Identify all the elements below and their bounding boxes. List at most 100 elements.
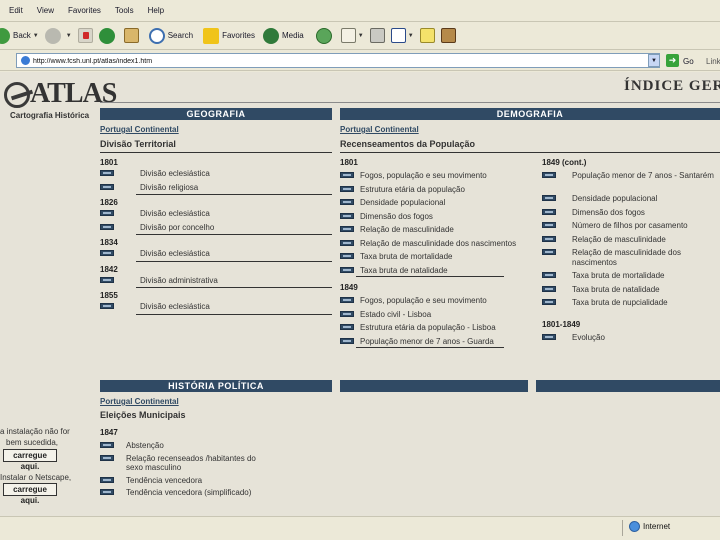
menu-help[interactable]: Help: [148, 6, 164, 15]
map-link[interactable]: Divisão administrativa: [140, 276, 328, 286]
search-button[interactable]: Search: [148, 27, 193, 44]
map-link[interactable]: Relação de masculinidade dos nascimentos: [360, 239, 528, 249]
back-dropdown-icon[interactable]: ▼: [33, 33, 39, 39]
map-link[interactable]: Taxa bruta de natalidade: [572, 285, 718, 295]
ver-icon[interactable]: [340, 266, 354, 273]
map-link[interactable]: Fogos, população e seu movimento: [360, 171, 528, 181]
ver-icon[interactable]: [340, 199, 354, 205]
ver-icon[interactable]: [100, 442, 114, 448]
media-button[interactable]: Media: [262, 27, 304, 44]
map-link[interactable]: Divisão eclesiástica: [140, 302, 328, 312]
historia-region-link[interactable]: Portugal Continental: [100, 397, 179, 406]
ver-icon[interactable]: [542, 172, 556, 178]
ver-icon[interactable]: [340, 172, 354, 178]
ver-icon[interactable]: [340, 185, 354, 192]
ver-icon[interactable]: [340, 310, 354, 317]
ver-icon[interactable]: [542, 272, 556, 278]
ver-icon[interactable]: [100, 476, 114, 483]
menu-tools[interactable]: Tools: [115, 6, 134, 15]
go-button[interactable]: Go: [683, 57, 694, 66]
discuss-button[interactable]: [419, 28, 435, 43]
forward-button[interactable]: ▼: [44, 27, 72, 44]
map-link[interactable]: Taxa bruta de mortalidade: [360, 252, 528, 262]
map-link[interactable]: Abstenção: [126, 441, 258, 451]
ver-icon[interactable]: [340, 253, 354, 259]
address-dropdown-icon[interactable]: ▼: [648, 54, 660, 67]
map-link[interactable]: Densidade populacional: [572, 194, 718, 204]
map-link[interactable]: Estrutura etária da população - Lisboa: [360, 323, 528, 333]
map-link[interactable]: Densidade populacional: [360, 198, 528, 208]
ver-icon[interactable]: [100, 250, 114, 256]
links-button[interactable]: Links: [706, 57, 720, 66]
map-link[interactable]: Divisão eclesiástica: [140, 169, 328, 179]
back-button[interactable]: Back ▼: [0, 27, 39, 44]
ver-icon[interactable]: [340, 297, 354, 303]
map-link[interactable]: Divisão por concelho: [140, 223, 328, 233]
ver-icon[interactable]: [542, 235, 556, 242]
ver-icon[interactable]: [542, 285, 556, 292]
map-link[interactable]: Número de filhos por casamento: [572, 221, 718, 231]
forward-dropdown-icon[interactable]: ▼: [66, 33, 72, 39]
map-link[interactable]: Relação de masculinidade: [572, 235, 718, 245]
map-link[interactable]: Taxa bruta de nupcialidade: [572, 298, 718, 308]
mail-dropdown-icon[interactable]: ▼: [358, 33, 364, 39]
edit-button[interactable]: ▼: [390, 28, 414, 43]
mail-button[interactable]: ▼: [340, 28, 364, 43]
map-link[interactable]: População menor de 7 anos - Santarém: [572, 171, 718, 181]
edit-dropdown-icon[interactable]: ▼: [408, 33, 414, 39]
map-link[interactable]: Estado civil - Lisboa: [360, 310, 528, 320]
ver-icon[interactable]: [100, 276, 114, 283]
map-link[interactable]: Relação recenseados /habitantes do sexo …: [126, 454, 258, 473]
map-link[interactable]: Divisão religiosa: [140, 183, 328, 193]
map-link[interactable]: Tendência vencedora: [126, 476, 258, 486]
geografia-region-link[interactable]: Portugal Continental: [100, 125, 179, 134]
ver-icon[interactable]: [542, 208, 556, 215]
favorites-button[interactable]: Favorites: [203, 27, 255, 44]
print-button[interactable]: [369, 28, 385, 43]
refresh-button[interactable]: [98, 27, 118, 44]
map-link[interactable]: Divisão eclesiástica: [140, 249, 328, 259]
home-button[interactable]: [123, 28, 139, 43]
map-link[interactable]: Evolução: [572, 333, 718, 343]
map-link[interactable]: Tendência vencedora (simplificado): [126, 488, 258, 498]
ver-icon[interactable]: [100, 223, 114, 230]
messenger-button[interactable]: [440, 28, 456, 43]
atlas-logo[interactable]: ATLAS Cartografia Histórica: [0, 76, 117, 120]
ver-icon[interactable]: [340, 239, 354, 246]
address-input[interactable]: [16, 53, 660, 68]
map-link[interactable]: Relação de masculinidade dos nascimentos: [572, 248, 718, 267]
ver-icon[interactable]: [100, 170, 114, 176]
ver-icon[interactable]: [340, 324, 354, 330]
map-link[interactable]: Dimensão dos fogos: [572, 208, 718, 218]
ver-icon[interactable]: [100, 454, 114, 461]
ver-icon[interactable]: [340, 226, 354, 232]
ver-icon[interactable]: [542, 249, 556, 255]
ver-icon[interactable]: [340, 212, 354, 219]
ver-icon[interactable]: [542, 299, 556, 305]
history-button[interactable]: [315, 27, 335, 44]
ver-icon[interactable]: [542, 333, 556, 340]
map-link[interactable]: Relação de masculinidade: [360, 225, 528, 235]
map-link[interactable]: Divisão eclesiástica: [140, 209, 328, 219]
map-link[interactable]: Taxa bruta de mortalidade: [572, 271, 718, 281]
map-link[interactable]: Fogos, população e seu movimento: [360, 296, 528, 306]
stop-button[interactable]: [77, 28, 93, 43]
ver-icon[interactable]: [542, 195, 556, 201]
ver-icon[interactable]: [100, 303, 114, 309]
ver-icon[interactable]: [340, 337, 354, 344]
ver-icon[interactable]: [542, 222, 556, 228]
ver-icon[interactable]: [100, 210, 114, 216]
ver-icon[interactable]: [100, 489, 114, 495]
demografia-region-link[interactable]: Portugal Continental: [340, 125, 419, 134]
map-link[interactable]: Estrutura etária da população: [360, 185, 528, 195]
netscape-click-button[interactable]: carregue aqui.: [3, 483, 57, 505]
ver-icon[interactable]: [100, 183, 114, 190]
menu-edit[interactable]: Edit: [9, 6, 23, 15]
install-click-button[interactable]: carregue aqui.: [3, 449, 57, 471]
menu-favorites[interactable]: Favorites: [68, 6, 101, 15]
menu-view[interactable]: View: [37, 6, 54, 15]
map-link[interactable]: Taxa bruta de natalidade: [360, 266, 528, 276]
map-link[interactable]: População menor de 7 anos - Guarda: [360, 337, 528, 347]
go-arrow-icon[interactable]: ➜: [666, 54, 679, 67]
map-link[interactable]: Dimensão dos fogos: [360, 212, 528, 222]
